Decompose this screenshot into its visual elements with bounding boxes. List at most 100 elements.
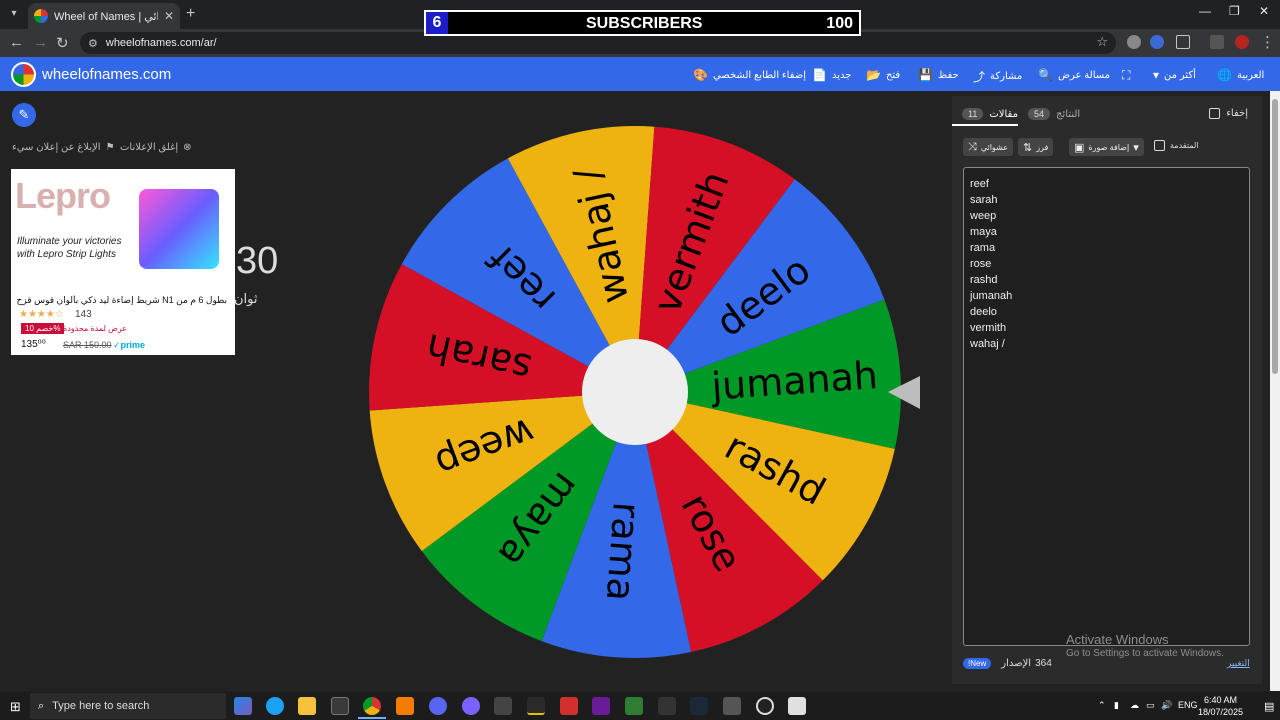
tray-chevron-icon[interactable]: ⌃: [1098, 700, 1106, 711]
profile-avatar[interactable]: [1235, 35, 1249, 49]
menu-item-label: أكثر من: [1164, 69, 1196, 81]
menu-item-8[interactable]: العربية 🌐: [1217, 68, 1264, 82]
hide-checkbox[interactable]: إخفاء: [1209, 108, 1248, 119]
close-ads-link[interactable]: ⊗ إغلق الإعلانات: [120, 142, 192, 153]
wheel-logo-icon[interactable]: [11, 62, 36, 87]
app-icon-b[interactable]: [494, 697, 512, 715]
menu-item-2[interactable]: فتح 📂: [866, 68, 900, 82]
menu-item-0[interactable]: إضفاء الطابع الشخصي 🎨: [693, 68, 806, 82]
restore-icon[interactable]: ❐: [1229, 4, 1240, 18]
tray-cloud-icon[interactable]: ☁: [1130, 700, 1139, 711]
extensions-puzzle-icon[interactable]: [1176, 35, 1190, 49]
entry-line: maya: [970, 226, 997, 238]
shuffle-button[interactable]: عشوائي ⤨: [963, 138, 1013, 156]
discord-alt-icon[interactable]: [462, 697, 480, 715]
tab-title: Wheel of Names | اسم العشوائي: [54, 10, 158, 23]
image-icon: ▣: [1074, 141, 1085, 154]
entries-panel: مقالات 11 النتائج 54 إخفاء عشوائي ⤨ فرز …: [952, 96, 1262, 684]
flag-icon: ⚑: [105, 142, 115, 153]
volume-icon[interactable]: 🔊: [1161, 700, 1172, 711]
extension-icon[interactable]: [1127, 35, 1141, 49]
ad-tagline: Illuminate your victories with Lepro Str…: [17, 236, 122, 260]
checkbox-icon[interactable]: [1209, 108, 1221, 119]
fullscreen-icon: ⛶: [1122, 68, 1131, 82]
language-indicator[interactable]: ENG: [1178, 700, 1198, 710]
entry-line: rama: [970, 242, 996, 254]
page-scrollbar[interactable]: [1270, 91, 1280, 691]
store-icon[interactable]: [331, 697, 349, 715]
app-icon-e[interactable]: [625, 697, 643, 715]
entry-line: rashd: [970, 274, 998, 286]
close-window-icon[interactable]: ✕: [1259, 4, 1269, 18]
forward-icon[interactable]: →: [33, 34, 48, 51]
site-header: wheelofnames.com إضفاء الطابع الشخصي 🎨 جدي…: [0, 57, 1280, 91]
wheel-center-spin-button[interactable]: [582, 339, 688, 445]
steam-icon[interactable]: [690, 697, 708, 715]
audio-extension-icon[interactable]: [1150, 35, 1164, 49]
menu-item-3[interactable]: حفظ 💾: [918, 68, 959, 82]
close-tab-icon[interactable]: ✕: [164, 9, 174, 23]
tab-results[interactable]: النتائج 54: [1028, 108, 1080, 120]
discord-icon[interactable]: [429, 697, 447, 715]
menu-item-4[interactable]: مشاركة ⤴: [973, 68, 1022, 85]
site-favicon-icon: [34, 9, 48, 23]
new-tab-icon[interactable]: +: [186, 5, 195, 23]
active-app-indicator: [358, 717, 386, 719]
bookmark-star-icon[interactable]: ☆: [1096, 34, 1108, 50]
background-timer-unit: ثوان: [234, 291, 258, 306]
menu-item-6[interactable]: ⛶: [1122, 68, 1135, 83]
chrome-icon[interactable]: [363, 697, 381, 715]
app-icon-g[interactable]: [723, 697, 741, 715]
tray-app-icon[interactable]: ▮: [1114, 700, 1119, 711]
windows-start-icon[interactable]: ⊞: [10, 699, 21, 715]
obs-icon[interactable]: [756, 697, 774, 715]
advanced-checkbox[interactable]: المتقدمة: [1154, 140, 1199, 151]
menu-item-5[interactable]: مسالة عرض 🔍: [1038, 68, 1110, 82]
add-image-button[interactable]: ▾ إضافة صورة ▣: [1069, 138, 1144, 156]
app-icon-a[interactable]: [396, 697, 414, 715]
entry-line: rose: [970, 258, 992, 270]
site-info-icon[interactable]: ⚙: [88, 37, 98, 50]
file-explorer-icon[interactable]: [298, 697, 316, 715]
subscriber-label: SUBSCRIBERS: [586, 15, 703, 32]
app-icon-h[interactable]: [788, 697, 806, 715]
copilot-icon[interactable]: [234, 697, 252, 715]
entry-line: wahaj /: [970, 338, 1005, 350]
menu-item-label: فتح: [885, 69, 901, 81]
entries-tab-label: مقالات: [989, 108, 1018, 120]
reload-icon[interactable]: ↻: [56, 34, 69, 52]
taskbar-search-box[interactable]: ⌕ Type here to search: [30, 693, 226, 719]
tab-list-icon[interactable]: ▾: [4, 5, 24, 23]
browser-tab[interactable]: Wheel of Names | اسم العشوائي ✕: [28, 3, 180, 29]
edge-icon[interactable]: [266, 697, 284, 715]
notification-icon[interactable]: ▤: [1264, 700, 1274, 713]
sort-label: فرز: [1036, 142, 1049, 152]
menu-item-label: حفظ: [937, 69, 959, 81]
back-icon[interactable]: ←: [9, 34, 24, 51]
results-count-badge: 54: [1028, 108, 1051, 120]
scrollbar-thumb[interactable]: [1272, 99, 1278, 374]
menu-item-1[interactable]: جديد 📄: [812, 68, 851, 82]
minimize-icon[interactable]: —: [1199, 4, 1211, 18]
active-tab-indicator: [952, 124, 1018, 126]
entries-textarea[interactable]: reef sarah weep maya rama rose rashd jumanah dee…: [963, 167, 1250, 646]
app-icon-c[interactable]: [527, 697, 545, 715]
app-icon-d[interactable]: [560, 697, 578, 715]
app-icon-next[interactable]: [592, 697, 610, 715]
name-wheel[interactable]: jumanahrashdroseramamayaweepsarahreef wah…: [360, 120, 920, 665]
checkbox-icon[interactable]: [1154, 140, 1165, 151]
report-ad-link[interactable]: ⚑ الإبلاغ عن إعلان سيء: [12, 142, 115, 153]
site-brand[interactable]: wheelofnames.com: [42, 66, 171, 83]
app-icon-f[interactable]: [658, 697, 676, 715]
advertisement[interactable]: Lepro Illuminate your victories with Lep…: [11, 169, 235, 355]
changelog-link[interactable]: التغيير: [1227, 658, 1250, 669]
menu-item-7[interactable]: أكثر من ▾: [1153, 68, 1196, 82]
media-control-icon[interactable]: [1210, 35, 1224, 49]
report-ad-label: الإبلاغ عن إعلان سيء: [12, 142, 101, 153]
taskbar-clock[interactable]: 6:40 AM 18/07/2025: [1198, 694, 1243, 718]
tab-entries[interactable]: مقالات 11: [962, 108, 1018, 120]
sort-button[interactable]: فرز ⇅: [1018, 138, 1054, 156]
network-icon[interactable]: ▭: [1146, 700, 1155, 711]
edit-pencil-button[interactable]: ✎: [12, 103, 36, 127]
browser-menu-icon[interactable]: ⋮: [1260, 33, 1275, 51]
